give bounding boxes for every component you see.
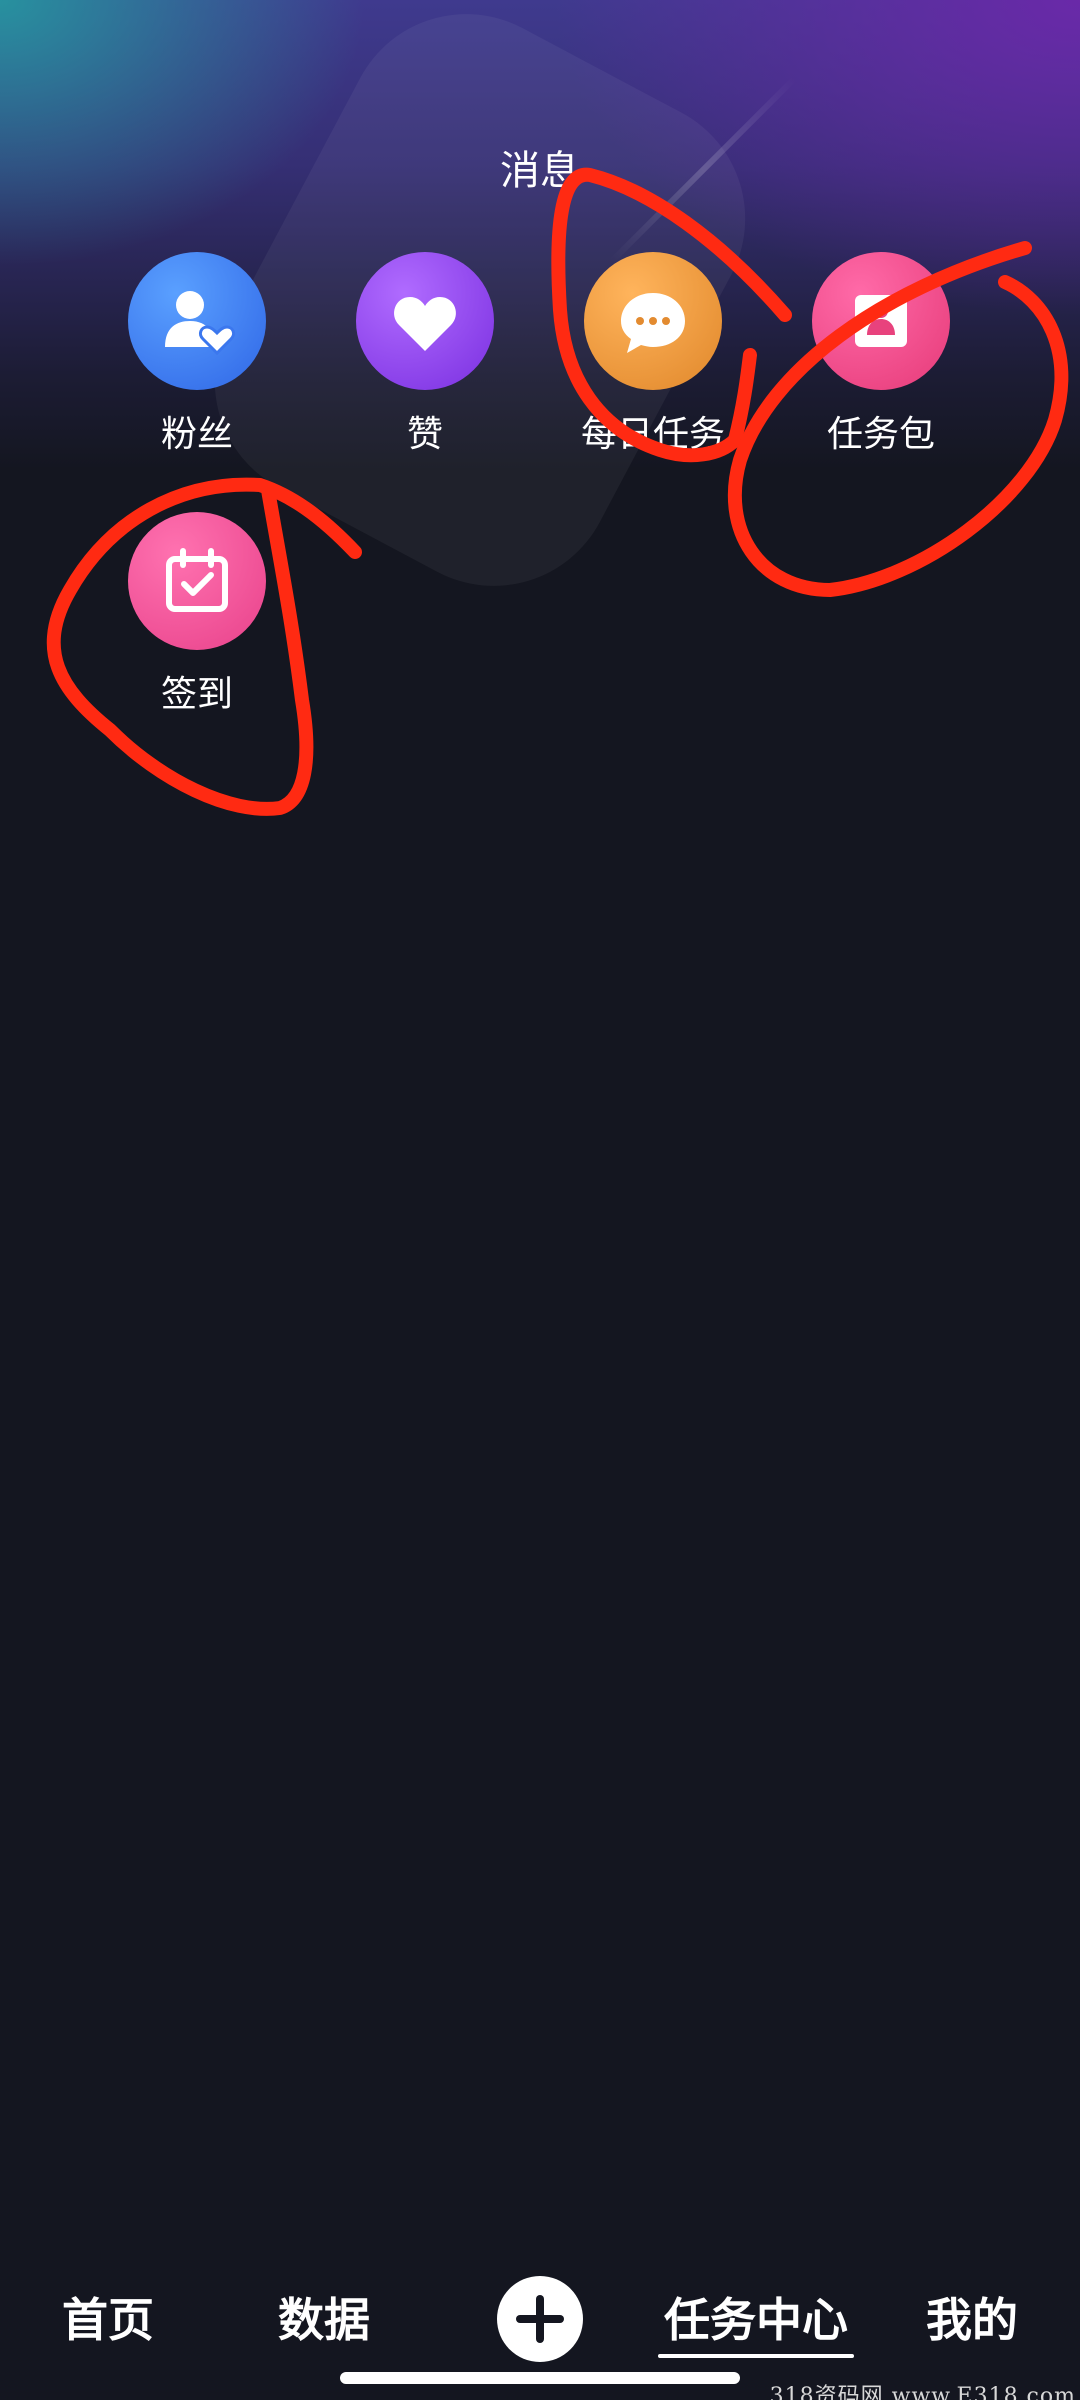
grid-item-label: 每日任务 (580, 414, 725, 455)
grid-item-likes[interactable]: 赞 (310, 252, 540, 456)
tab-mine[interactable]: 我的 (912, 2270, 1032, 2370)
chat-bubble-icon (584, 252, 722, 390)
grid-item-check-in[interactable]: 签到 (82, 512, 312, 716)
add-button[interactable] (497, 2276, 583, 2362)
grid-item-task-pack[interactable]: 任务包 (766, 252, 996, 456)
grid-item-fans[interactable]: 粉丝 (82, 252, 312, 456)
task-pack-icon (812, 252, 950, 390)
home-indicator[interactable] (340, 2372, 740, 2384)
calendar-check-icon (128, 512, 266, 650)
active-tab-underline (658, 2354, 854, 2358)
grid-item-label: 任务包 (826, 414, 935, 455)
watermark-text: 318资码网 www.E318.com (769, 2384, 1076, 2400)
grid-item-label: 签到 (160, 674, 233, 715)
tab-task-center-label: 任务中心 (664, 2293, 848, 2347)
fans-icon (128, 252, 266, 390)
grid-item-label: 赞 (406, 414, 443, 455)
tab-home[interactable]: 首页 (48, 2270, 168, 2370)
message-screen: 消息 粉丝 赞 每日任务 任务包 签到 首页 数据 任务中心 我的 318资码网… (0, 0, 1080, 2400)
grid-item-label: 粉丝 (160, 414, 233, 455)
page-title: 消息 (500, 148, 580, 194)
tab-task-center[interactable]: 任务中心 (658, 2270, 854, 2370)
heart-icon (356, 252, 494, 390)
plus-icon (516, 2295, 564, 2343)
grid-item-daily-task[interactable]: 每日任务 (538, 252, 768, 456)
tab-data[interactable]: 数据 (264, 2270, 384, 2370)
